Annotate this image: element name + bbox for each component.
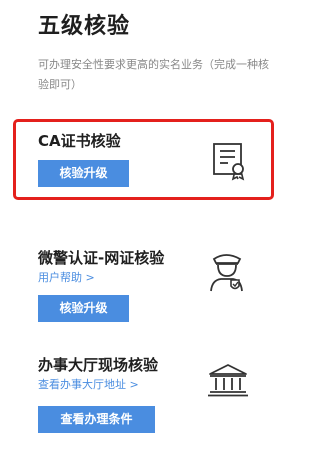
card-office-hall: 办事大厅现场核验 查看办事大厅地址 > 查看办理条件 <box>38 355 278 437</box>
police-officer-icon <box>210 254 243 292</box>
upgrade-verification-button[interactable]: 核验升级 <box>38 295 129 322</box>
view-conditions-button[interactable]: 查看办理条件 <box>38 406 155 433</box>
page-title: 五级核验 <box>38 14 131 39</box>
card-ca-certificate: CA证书核验 核验升级 <box>38 131 278 191</box>
card-wejing-verification: 微警认证-网证核验 用户帮助 > 核验升级 <box>38 248 278 324</box>
upgrade-verification-button[interactable]: 核验升级 <box>38 160 129 187</box>
certificate-icon <box>213 143 245 181</box>
page-description: 可办理安全性要求更高的实名业务（完成一种核验即可） <box>38 58 269 91</box>
government-hall-icon <box>208 364 248 397</box>
